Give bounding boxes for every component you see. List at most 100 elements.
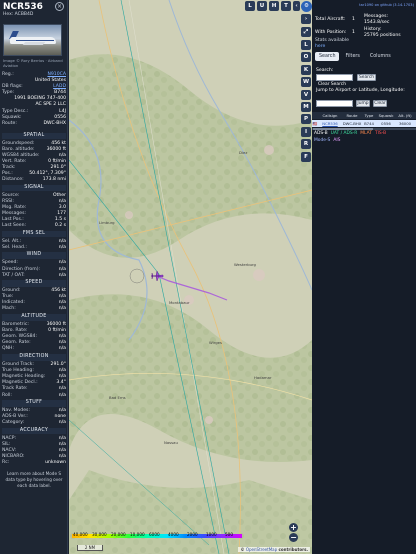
row-callsign[interactable]: NCR536 [318,120,342,127]
info-row-value: 173.8 nmi [42,177,66,183]
legend-item[interactable]: UAT / ADS-R [331,131,358,136]
info-row-value: n/a [58,306,66,312]
search-input[interactable] [316,74,353,81]
toolbar-button-m[interactable]: M [301,102,311,112]
info-row-label: TAT / OAT: [2,272,25,278]
info-row-label: Category: [2,420,25,426]
info-row: Rc: unknown [2,460,66,466]
info-row-label: Last Seen: [2,223,27,229]
info-row-label: Reg.: [2,72,14,77]
toolbar-button-r[interactable]: R [301,139,311,150]
altitude-scale-label: 40,000 [73,532,88,537]
aircraft-photo[interactable] [3,24,62,56]
info-row: Last Seen: 0.2 s [2,223,66,229]
clear-jump-button[interactable]: Clear [373,100,387,107]
section-header[interactable]: DIRECTION [2,354,66,361]
aircraft-marker-icon[interactable] [150,270,164,282]
section-header[interactable]: ALTITUDE [2,314,66,321]
toolbar-button-f[interactable]: F [301,151,311,162]
tab-search[interactable]: Search [315,52,340,61]
section-header[interactable]: ACCURACY [2,427,66,435]
settings-gear-icon[interactable]: ⚙ [301,1,312,12]
info-row-label: QNH: [2,346,15,352]
info-row: QNH: n/a [2,346,66,352]
info-row-value: n/a [58,392,66,398]
expand-panel-icon[interactable]: › [301,14,311,24]
collapse-panel-icon[interactable]: ‹ [293,1,300,11]
legend-item[interactable]: TIS-B [375,131,386,136]
toolbar-button-v[interactable]: V [301,89,311,100]
info-row-value: 0.2 s [54,223,66,229]
total-aircraft-value: 1 [352,17,355,22]
column-type[interactable]: Type [362,112,376,119]
toolbar-button-k[interactable]: K [301,64,311,75]
row-type: B744 [364,121,374,126]
altitude-scale-label: 20,000 [111,532,126,537]
altitude-scale-label: 4000 [168,532,179,537]
source-legend: ADS-B UAT / ADS-R MLAT TIS-B Mode-S AIS [314,130,414,144]
aircraft-list-panel: tar1090 on github (3.14.1703) Total Airc… [312,0,416,554]
toolbar-button-o[interactable]: O [301,52,311,63]
search-button[interactable]: Search [357,74,376,81]
altitude-scale-label: 1000 [206,532,217,537]
town-label: Westerburg [234,262,256,267]
close-icon[interactable]: × [55,2,64,11]
info-row-label: Rc: [2,460,10,466]
stats-link[interactable]: here [315,44,325,49]
map-button-l[interactable]: L [245,1,255,11]
map-terrain [69,0,312,554]
map-button-u[interactable]: U [257,1,267,11]
map-button-t[interactable]: T [281,1,291,11]
info-row-label: Route: [2,120,17,126]
section-header[interactable]: SIGNAL [2,184,66,192]
map-scale-line: 2 NM [77,545,103,551]
photo-credit: Image © Rory Berrios · Airband Aviation [3,58,63,68]
map-button-h[interactable]: H [269,1,279,11]
row-altitude: 36000 [398,121,412,126]
legend-item[interactable]: Mode-S [314,138,330,143]
jump-input[interactable] [316,100,353,107]
zoom-in-button[interactable]: + [289,523,298,532]
search-label: Search: [316,68,334,73]
footnote: Learn more about Mode S data type by hov… [5,471,63,489]
with-position-label: With Position: [315,30,347,35]
jump-button[interactable]: Jump [356,100,370,107]
legend-item[interactable]: ADS-B [314,131,328,136]
info-row: Roll: n/a [2,393,66,399]
section-header[interactable]: SPATIAL [2,132,66,139]
map-view[interactable]: Montabaur Wirges Westerburg Hadamar Limb… [69,0,312,554]
messages-value: 1543.8/sec [364,20,390,25]
zoom-out-button[interactable]: − [289,533,298,542]
aircraft-detail-sections: SPATIAL Groundspeed: 456 kt Baro. altitude:… [2,131,66,489]
section-header[interactable]: WIND [2,252,66,259]
tab-filters[interactable]: Filters [341,52,363,61]
section-header[interactable]: FMS SEL [2,230,66,238]
table-row[interactable]: 🇺🇸 NCR536 DWC-BHX B744 0556 36000 [312,120,416,127]
column-squawk[interactable]: Squawk [376,112,396,119]
altitude-scale-label: 6000 [149,532,160,537]
toolbar-button-l[interactable]: L [301,40,311,50]
section-header[interactable]: SPEED [2,280,66,287]
toolbar-button-i[interactable]: I [301,126,311,137]
column-callsign[interactable]: Callsign [318,112,342,119]
total-aircraft-label: Total Aircraft: [315,17,346,22]
legend-item[interactable]: MLAT [360,131,372,136]
reset-map-icon[interactable]: ⤢ [301,27,311,37]
aircraft-id-rows: Reg.: N910CA United States DB flags: LADD Typ… [2,72,66,127]
altitude-scale-label: 500 [225,532,233,537]
version-link[interactable]: tar1090 on github (3.14.1703) [312,0,416,7]
info-row-value: DWC-BHX [43,120,66,126]
town-label: Hadamar [254,375,272,380]
osm-link[interactable]: OpenStreetMap [246,547,277,552]
section-header[interactable]: STUFF [2,400,66,407]
info-row: Category: n/a [2,420,66,426]
tab-columns[interactable]: Columns [366,52,395,61]
legend-item[interactable]: AIS [333,138,340,143]
town-label: Diez [239,150,248,155]
aircraft-info-panel: NCR536 Hex: ACBB4D × Image © Rory Berrio… [0,0,68,554]
row-squawk: 0556 [381,121,391,126]
column-altitude[interactable]: Alt. (ft) [396,112,414,119]
toolbar-button-p[interactable]: P [301,114,311,125]
toolbar-button-w[interactable]: W [301,77,311,88]
column-route[interactable]: Route [342,112,362,119]
